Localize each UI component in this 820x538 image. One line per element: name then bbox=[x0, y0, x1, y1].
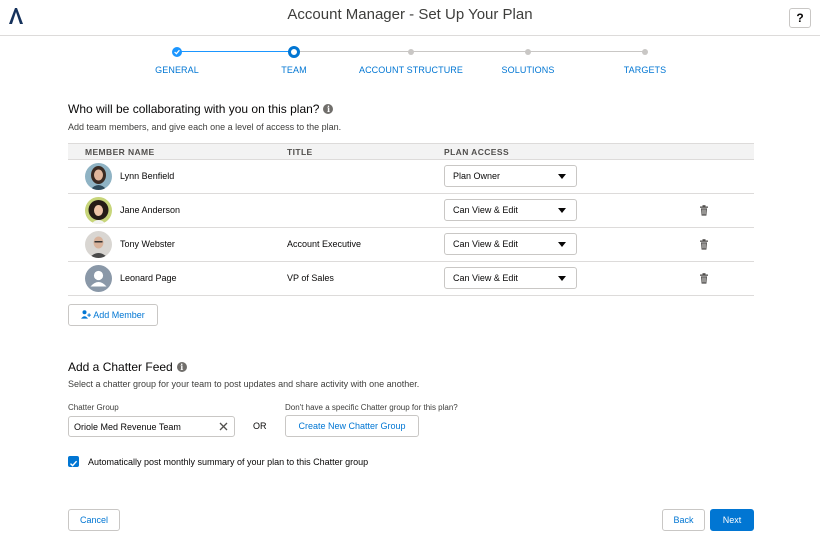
plan-access-value: Plan Owner bbox=[453, 171, 501, 181]
step-solutions-dot[interactable] bbox=[525, 49, 531, 55]
member-name: Leonard Page bbox=[120, 273, 177, 283]
caret-down-icon bbox=[558, 276, 566, 281]
progress-stepper: GENERAL TEAM ACCOUNT STRUCTURE SOLUTIONS… bbox=[0, 44, 820, 80]
step-general-check-icon[interactable] bbox=[172, 47, 182, 57]
caret-down-icon bbox=[558, 174, 566, 179]
no-group-hint: Don't have a specific Chatter group for … bbox=[285, 403, 458, 412]
or-separator: OR bbox=[253, 421, 267, 431]
step-solutions-label[interactable]: SOLUTIONS bbox=[502, 65, 555, 75]
step-targets-label[interactable]: TARGETS bbox=[624, 65, 667, 75]
plan-access-select[interactable]: Can View & Edit bbox=[444, 233, 577, 255]
chatter-section-title: Add a Chatter Feed i bbox=[68, 360, 187, 374]
add-member-button[interactable]: Add Member bbox=[68, 304, 158, 326]
table-row: Jane Anderson Can View & Edit bbox=[68, 194, 754, 228]
chatter-group-value: Oriole Med Revenue Team bbox=[74, 422, 181, 432]
delete-icon[interactable] bbox=[699, 273, 709, 284]
chatter-section-subtitle: Select a chatter group for your team to … bbox=[68, 379, 420, 389]
caret-down-icon bbox=[558, 242, 566, 247]
table-row: Lynn Benfield Plan Owner bbox=[68, 160, 754, 194]
checkmark-icon bbox=[70, 460, 78, 467]
add-member-label: Add Member bbox=[93, 310, 145, 320]
table-header: MEMBER NAME TITLE PLAN ACCESS bbox=[68, 143, 754, 160]
clear-icon[interactable] bbox=[218, 421, 229, 432]
plan-access-value: Can View & Edit bbox=[453, 239, 518, 249]
team-section-subtitle: Add team members, and give each one a le… bbox=[68, 122, 342, 132]
add-user-icon bbox=[81, 310, 92, 319]
step-account-structure-label[interactable]: ACCOUNT STRUCTURE bbox=[359, 65, 463, 75]
step-targets-dot[interactable] bbox=[642, 49, 648, 55]
chatter-section-title-text: Add a Chatter Feed bbox=[68, 360, 173, 374]
table-row: Tony Webster Account Executive Can View … bbox=[68, 228, 754, 262]
caret-down-icon bbox=[558, 208, 566, 213]
column-header-title: TITLE bbox=[287, 147, 313, 157]
chatter-group-input[interactable]: Oriole Med Revenue Team bbox=[68, 416, 235, 437]
next-button[interactable]: Next bbox=[710, 509, 754, 531]
avatar bbox=[85, 231, 112, 258]
member-name: Lynn Benfield bbox=[120, 171, 175, 181]
plan-access-value: Can View & Edit bbox=[453, 205, 518, 215]
team-section-title: Who will be collaborating with you on th… bbox=[68, 102, 334, 116]
step-general-label[interactable]: GENERAL bbox=[155, 65, 199, 75]
column-header-member-name: MEMBER NAME bbox=[85, 147, 155, 157]
chatter-group-label: Chatter Group bbox=[68, 403, 119, 412]
info-icon[interactable]: i bbox=[176, 362, 187, 372]
info-icon[interactable]: i bbox=[323, 104, 334, 114]
delete-icon[interactable] bbox=[699, 205, 709, 216]
avatar bbox=[85, 265, 112, 292]
step-team-dot[interactable] bbox=[288, 46, 300, 58]
step-team-label[interactable]: TEAM bbox=[281, 65, 306, 75]
help-button[interactable]: ? bbox=[789, 8, 811, 28]
create-chatter-group-button[interactable]: Create New Chatter Group bbox=[285, 415, 419, 437]
member-name: Tony Webster bbox=[120, 239, 175, 249]
plan-access-select[interactable]: Can View & Edit bbox=[444, 199, 577, 221]
cancel-button[interactable]: Cancel bbox=[68, 509, 120, 531]
step-account-structure-dot[interactable] bbox=[408, 49, 414, 55]
table-row: Leonard Page VP of Sales Can View & Edit bbox=[68, 262, 754, 296]
member-title: VP of Sales bbox=[287, 273, 334, 283]
plan-access-select[interactable]: Can View & Edit bbox=[444, 267, 577, 289]
auto-post-checkbox[interactable] bbox=[68, 456, 79, 467]
delete-icon[interactable] bbox=[699, 239, 709, 250]
avatar bbox=[85, 197, 112, 224]
team-section-title-text: Who will be collaborating with you on th… bbox=[68, 102, 320, 116]
column-header-plan-access: PLAN ACCESS bbox=[444, 147, 510, 157]
member-name: Jane Anderson bbox=[120, 205, 181, 215]
progress-line-complete bbox=[177, 51, 294, 52]
plan-access-select[interactable]: Plan Owner bbox=[444, 165, 577, 187]
progress-line-remaining bbox=[294, 51, 645, 52]
auto-post-label[interactable]: Automatically post monthly summary of yo… bbox=[88, 457, 368, 467]
plan-access-value: Can View & Edit bbox=[453, 273, 518, 283]
back-button[interactable]: Back bbox=[662, 509, 705, 531]
app-header: Account Manager - Set Up Your Plan ? bbox=[0, 0, 820, 36]
page-title: Account Manager - Set Up Your Plan bbox=[287, 6, 533, 23]
member-title: Account Executive bbox=[287, 239, 362, 249]
team-members-table: MEMBER NAME TITLE PLAN ACCESS Lynn Benfi… bbox=[68, 143, 754, 296]
avatar bbox=[85, 163, 112, 190]
